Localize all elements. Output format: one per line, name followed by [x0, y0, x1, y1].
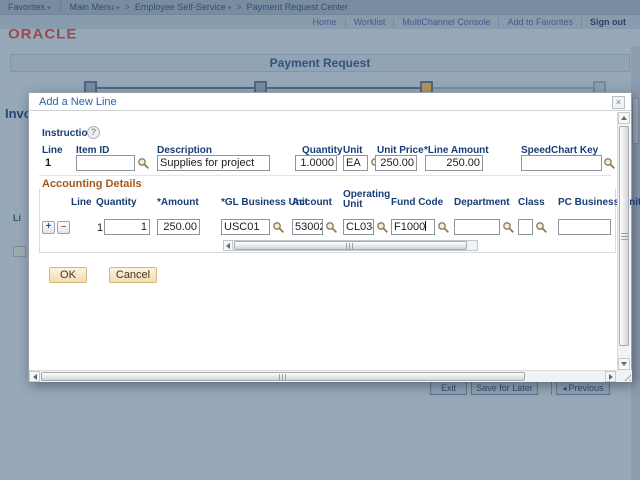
col-header-quantity: Quantity [96, 197, 137, 208]
row-quantity-input[interactable]: 1 [104, 219, 150, 235]
row-amount-input[interactable]: 250.00 [157, 219, 200, 235]
quantity-input[interactable]: 1.0000 [295, 155, 337, 171]
row-fund-code-input[interactable]: F1000 [391, 219, 435, 235]
row-pc-business-unit-input[interactable] [558, 219, 611, 235]
close-icon[interactable]: × [612, 96, 625, 109]
col-header-operating-unit: Operating Unit [343, 189, 391, 210]
unit-price-input[interactable]: 250.00 [375, 155, 417, 171]
col-header-line: Line [71, 197, 92, 208]
row-line-number: 1 [97, 222, 104, 234]
cancel-button[interactable]: Cancel [109, 267, 157, 283]
col-header-fund-code: Fund Code [391, 197, 444, 208]
divider [39, 175, 611, 176]
fund-code-value: F1000 [394, 221, 426, 233]
dialog-title-bar: Add a New Line [29, 93, 631, 111]
row-account-input[interactable]: 53002 [292, 219, 323, 235]
help-icon[interactable]: ? [87, 126, 100, 139]
speedchart-lookup-icon[interactable] [603, 157, 616, 170]
resize-grip[interactable] [617, 370, 632, 382]
row-gl-business-unit-input[interactable]: USC01 [221, 219, 270, 235]
col-header-class: Class [518, 197, 545, 208]
description-input[interactable]: Supplies for project [157, 155, 270, 171]
gl-business-unit-lookup-icon[interactable] [272, 221, 285, 234]
dialog-horizontal-scrollbar[interactable] [29, 370, 617, 382]
speedchart-key-input[interactable] [521, 155, 602, 171]
row-department-input[interactable] [454, 219, 500, 235]
col-header-account: Account [292, 197, 332, 208]
horizontal-scrollbar-thumb[interactable] [41, 372, 525, 381]
class-lookup-icon[interactable] [535, 221, 548, 234]
grid-scroll-left-icon[interactable] [224, 241, 233, 250]
row-operating-unit-input[interactable]: CL034 [343, 219, 374, 235]
vertical-scrollbar-thumb[interactable] [619, 126, 629, 346]
line-number-value: 1 [45, 157, 52, 169]
remove-row-button[interactable]: – [57, 221, 70, 234]
scroll-down-icon[interactable] [618, 358, 630, 370]
col-header-amount: *Amount [157, 197, 199, 208]
operating-unit-lookup-icon[interactable] [376, 221, 389, 234]
scrollbar-grip [620, 232, 628, 240]
department-lookup-icon[interactable] [502, 221, 515, 234]
col-header-department: Department [454, 197, 510, 208]
line-amount-input[interactable]: 250.00 [425, 155, 483, 171]
line-label: Line [42, 145, 63, 156]
grid-horizontal-scrollbar[interactable] [223, 240, 478, 251]
application-window: Favorites ▾ Main Menu ▾ > Employee Self-Se… [0, 0, 640, 480]
scroll-left-icon[interactable] [29, 371, 40, 382]
item-id-input[interactable] [76, 155, 135, 171]
account-lookup-icon[interactable] [325, 221, 338, 234]
scrollbar-grip [278, 373, 288, 380]
dialog-title: Add a New Line [39, 96, 117, 108]
dialog-vertical-scrollbar[interactable] [617, 112, 630, 370]
add-row-button[interactable]: + [42, 221, 55, 234]
scroll-right-icon[interactable] [605, 371, 616, 382]
add-a-new-line-dialog: Add a New Line × Instructions ? Line Ite… [28, 92, 640, 382]
text-cursor [425, 221, 427, 231]
row-class-input[interactable] [518, 219, 533, 235]
scroll-up-icon[interactable] [618, 112, 630, 124]
ok-button[interactable]: OK [49, 267, 87, 283]
grid-scrollbar-thumb[interactable] [234, 241, 467, 250]
unit-input[interactable]: EA [343, 155, 368, 171]
item-id-lookup-icon[interactable] [137, 157, 150, 170]
scrollbar-grip [346, 242, 355, 249]
fund-code-lookup-icon[interactable] [437, 221, 450, 234]
